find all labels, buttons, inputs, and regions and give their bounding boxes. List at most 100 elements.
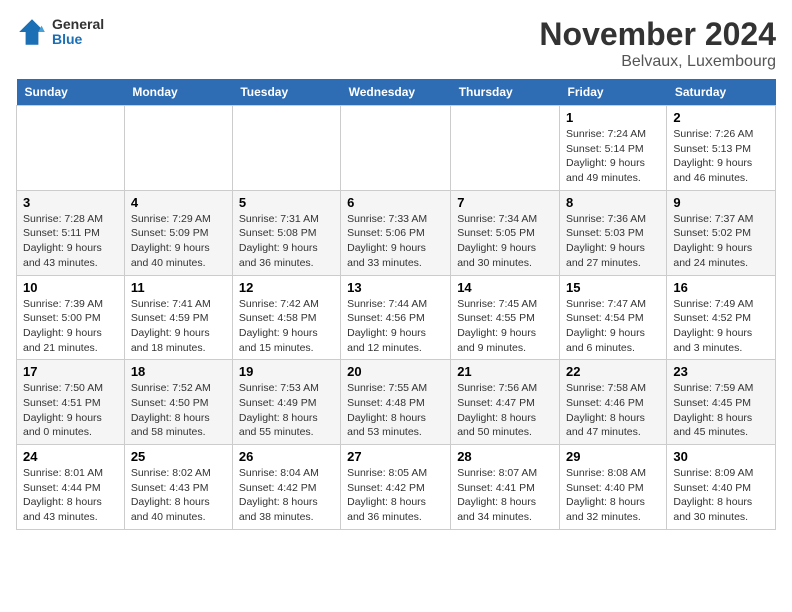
calendar-body: 1Sunrise: 7:24 AM Sunset: 5:14 PM Daylig… bbox=[17, 106, 776, 530]
col-header-wednesday: Wednesday bbox=[341, 79, 451, 106]
day-cell: 9Sunrise: 7:37 AM Sunset: 5:02 PM Daylig… bbox=[667, 190, 776, 275]
day-info: Sunrise: 8:04 AM Sunset: 4:42 PM Dayligh… bbox=[239, 466, 334, 525]
day-cell: 7 Sunrise: 7:34 AM Sunset: 5:05 PM Daylig… bbox=[451, 190, 560, 275]
week-row-5: 24 Sunrise: 8:01 AM Sunset: 4:44 PM Dayli… bbox=[17, 445, 776, 530]
calendar-header-row: SundayMondayTuesdayWednesdayThursdayFrid… bbox=[17, 79, 776, 106]
logo-blue-text: Blue bbox=[52, 32, 104, 47]
day-cell: 18Sunrise: 7:52 AM Sunset: 4:50 PM Dayli… bbox=[124, 360, 232, 445]
day-info: Sunrise: 7:50 AM Sunset: 4:51 PM Dayligh… bbox=[23, 381, 118, 440]
day-cell: 30Sunrise: 8:09 AM Sunset: 4:40 PM Dayli… bbox=[667, 445, 776, 530]
day-cell bbox=[17, 106, 125, 191]
day-cell: 21 Sunrise: 7:56 AM Sunset: 4:47 PM Dayli… bbox=[451, 360, 560, 445]
day-cell: 11 Sunrise: 7:41 AM Sunset: 4:59 PM Dayli… bbox=[124, 275, 232, 360]
day-number: 22 bbox=[566, 364, 660, 379]
day-info: Sunrise: 7:49 AM Sunset: 4:52 PM Dayligh… bbox=[673, 297, 769, 356]
day-number: 9 bbox=[673, 195, 769, 210]
day-cell: 12 Sunrise: 7:42 AM Sunset: 4:58 PM Dayli… bbox=[232, 275, 340, 360]
day-cell: 28Sunrise: 8:07 AM Sunset: 4:41 PM Dayli… bbox=[451, 445, 560, 530]
day-info: Sunrise: 7:58 AM Sunset: 4:46 PM Dayligh… bbox=[566, 381, 660, 440]
day-info: Sunrise: 7:34 AM Sunset: 5:05 PM Dayligh… bbox=[457, 212, 553, 271]
day-info: Sunrise: 7:55 AM Sunset: 4:48 PM Dayligh… bbox=[347, 381, 444, 440]
day-number: 8 bbox=[566, 195, 660, 210]
day-info: Sunrise: 7:52 AM Sunset: 4:50 PM Dayligh… bbox=[131, 381, 226, 440]
day-info: Sunrise: 7:56 AM Sunset: 4:47 PM Dayligh… bbox=[457, 381, 553, 440]
day-number: 13 bbox=[347, 280, 444, 295]
day-number: 6 bbox=[347, 195, 444, 210]
logo-general-text: General bbox=[52, 17, 104, 32]
day-info: Sunrise: 7:47 AM Sunset: 4:54 PM Dayligh… bbox=[566, 297, 660, 356]
day-cell: 14 Sunrise: 7:45 AM Sunset: 4:55 PM Dayli… bbox=[451, 275, 560, 360]
day-cell: 6 Sunrise: 7:33 AM Sunset: 5:06 PM Daylig… bbox=[341, 190, 451, 275]
week-row-1: 1Sunrise: 7:24 AM Sunset: 5:14 PM Daylig… bbox=[17, 106, 776, 191]
day-cell: 20Sunrise: 7:55 AM Sunset: 4:48 PM Dayli… bbox=[341, 360, 451, 445]
day-info: Sunrise: 7:42 AM Sunset: 4:58 PM Dayligh… bbox=[239, 297, 334, 356]
day-number: 27 bbox=[347, 449, 444, 464]
day-number: 11 bbox=[131, 280, 226, 295]
day-number: 29 bbox=[566, 449, 660, 464]
day-info: Sunrise: 7:53 AM Sunset: 4:49 PM Dayligh… bbox=[239, 381, 334, 440]
col-header-friday: Friday bbox=[560, 79, 667, 106]
page-header: General Blue November 2024 Belvaux, Luxe… bbox=[16, 16, 776, 71]
day-cell: 10 Sunrise: 7:39 AM Sunset: 5:00 PM Dayli… bbox=[17, 275, 125, 360]
month-title: November 2024 bbox=[539, 16, 776, 53]
day-cell: 25 Sunrise: 8:02 AM Sunset: 4:43 PM Dayli… bbox=[124, 445, 232, 530]
day-cell: 23 Sunrise: 7:59 AM Sunset: 4:45 PM Dayli… bbox=[667, 360, 776, 445]
col-header-monday: Monday bbox=[124, 79, 232, 106]
day-info: Sunrise: 7:36 AM Sunset: 5:03 PM Dayligh… bbox=[566, 212, 660, 271]
day-cell bbox=[341, 106, 451, 191]
day-number: 21 bbox=[457, 364, 553, 379]
day-info: Sunrise: 8:01 AM Sunset: 4:44 PM Dayligh… bbox=[23, 466, 118, 525]
day-info: Sunrise: 7:59 AM Sunset: 4:45 PM Dayligh… bbox=[673, 381, 769, 440]
day-number: 16 bbox=[673, 280, 769, 295]
col-header-thursday: Thursday bbox=[451, 79, 560, 106]
day-cell: 13 Sunrise: 7:44 AM Sunset: 4:56 PM Dayli… bbox=[341, 275, 451, 360]
day-number: 5 bbox=[239, 195, 334, 210]
logo-icon bbox=[16, 16, 48, 48]
col-header-saturday: Saturday bbox=[667, 79, 776, 106]
day-info: Sunrise: 8:05 AM Sunset: 4:42 PM Dayligh… bbox=[347, 466, 444, 525]
day-cell: 22 Sunrise: 7:58 AM Sunset: 4:46 PM Dayli… bbox=[560, 360, 667, 445]
day-number: 10 bbox=[23, 280, 118, 295]
week-row-4: 17 Sunrise: 7:50 AM Sunset: 4:51 PM Dayli… bbox=[17, 360, 776, 445]
day-number: 7 bbox=[457, 195, 553, 210]
day-number: 17 bbox=[23, 364, 118, 379]
day-number: 14 bbox=[457, 280, 553, 295]
day-info: Sunrise: 7:31 AM Sunset: 5:08 PM Dayligh… bbox=[239, 212, 334, 271]
day-number: 2 bbox=[673, 110, 769, 125]
day-cell: 29 Sunrise: 8:08 AM Sunset: 4:40 PM Dayli… bbox=[560, 445, 667, 530]
day-number: 24 bbox=[23, 449, 118, 464]
day-number: 25 bbox=[131, 449, 226, 464]
day-info: Sunrise: 7:45 AM Sunset: 4:55 PM Dayligh… bbox=[457, 297, 553, 356]
day-info: Sunrise: 8:07 AM Sunset: 4:41 PM Dayligh… bbox=[457, 466, 553, 525]
day-info: Sunrise: 7:44 AM Sunset: 4:56 PM Dayligh… bbox=[347, 297, 444, 356]
day-info: Sunrise: 8:02 AM Sunset: 4:43 PM Dayligh… bbox=[131, 466, 226, 525]
day-number: 15 bbox=[566, 280, 660, 295]
week-row-3: 10 Sunrise: 7:39 AM Sunset: 5:00 PM Dayli… bbox=[17, 275, 776, 360]
day-info: Sunrise: 7:39 AM Sunset: 5:00 PM Dayligh… bbox=[23, 297, 118, 356]
day-info: Sunrise: 8:08 AM Sunset: 4:40 PM Dayligh… bbox=[566, 466, 660, 525]
day-cell: 5 Sunrise: 7:31 AM Sunset: 5:08 PM Daylig… bbox=[232, 190, 340, 275]
day-cell: 8 Sunrise: 7:36 AM Sunset: 5:03 PM Daylig… bbox=[560, 190, 667, 275]
day-cell: 24 Sunrise: 8:01 AM Sunset: 4:44 PM Dayli… bbox=[17, 445, 125, 530]
day-cell bbox=[451, 106, 560, 191]
day-number: 4 bbox=[131, 195, 226, 210]
day-cell: 26Sunrise: 8:04 AM Sunset: 4:42 PM Dayli… bbox=[232, 445, 340, 530]
day-cell: 4 Sunrise: 7:29 AM Sunset: 5:09 PM Daylig… bbox=[124, 190, 232, 275]
day-cell: 1Sunrise: 7:24 AM Sunset: 5:14 PM Daylig… bbox=[560, 106, 667, 191]
day-cell: 15 Sunrise: 7:47 AM Sunset: 4:54 PM Dayli… bbox=[560, 275, 667, 360]
day-info: Sunrise: 7:29 AM Sunset: 5:09 PM Dayligh… bbox=[131, 212, 226, 271]
day-cell: 27 Sunrise: 8:05 AM Sunset: 4:42 PM Dayli… bbox=[341, 445, 451, 530]
day-info: Sunrise: 7:28 AM Sunset: 5:11 PM Dayligh… bbox=[23, 212, 118, 271]
day-cell: 16 Sunrise: 7:49 AM Sunset: 4:52 PM Dayli… bbox=[667, 275, 776, 360]
day-cell bbox=[124, 106, 232, 191]
day-info: Sunrise: 7:24 AM Sunset: 5:14 PM Dayligh… bbox=[566, 127, 660, 186]
day-cell: 3 Sunrise: 7:28 AM Sunset: 5:11 PM Daylig… bbox=[17, 190, 125, 275]
col-header-sunday: Sunday bbox=[17, 79, 125, 106]
day-info: Sunrise: 7:41 AM Sunset: 4:59 PM Dayligh… bbox=[131, 297, 226, 356]
day-number: 19 bbox=[239, 364, 334, 379]
day-number: 23 bbox=[673, 364, 769, 379]
day-number: 12 bbox=[239, 280, 334, 295]
day-number: 3 bbox=[23, 195, 118, 210]
day-info: Sunrise: 7:33 AM Sunset: 5:06 PM Dayligh… bbox=[347, 212, 444, 271]
title-block: November 2024 Belvaux, Luxembourg bbox=[539, 16, 776, 71]
